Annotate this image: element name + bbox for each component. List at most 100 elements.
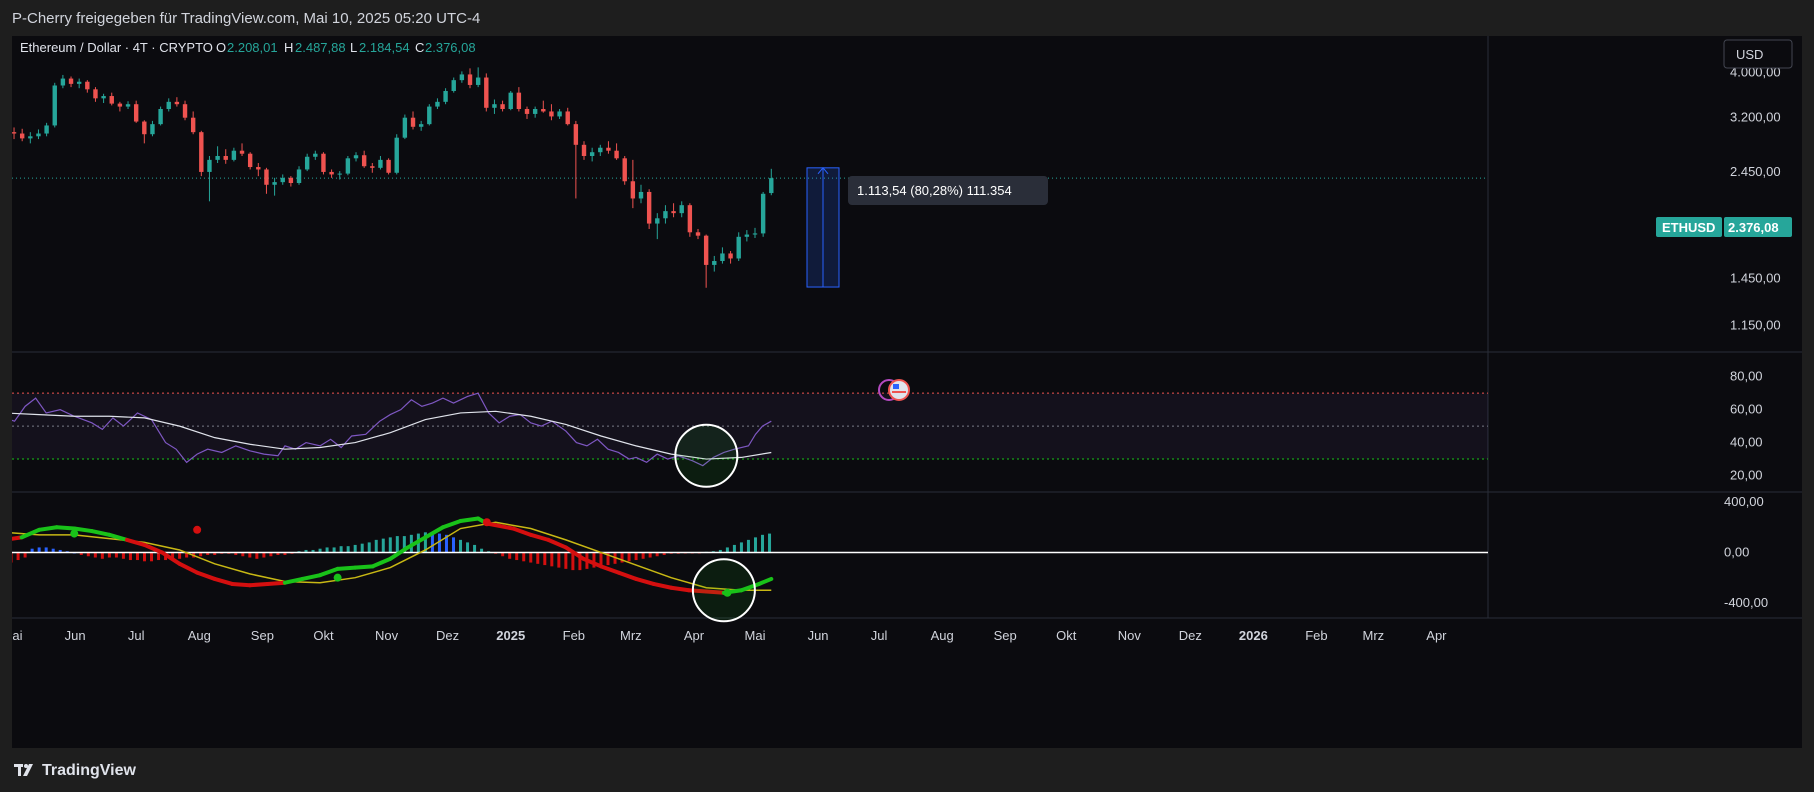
candle-body — [728, 253, 733, 259]
candle-body — [573, 124, 579, 145]
macd-line-segment — [458, 516, 481, 523]
candle-body — [695, 232, 701, 236]
time-tick-label: Dez — [436, 628, 459, 643]
candle-body — [304, 156, 310, 170]
rsi-tick-label: 20,00 — [1730, 468, 1763, 483]
candle-body — [19, 133, 25, 139]
time-tick-label: Jun — [808, 628, 829, 643]
macd-histogram-bar — [121, 552, 125, 559]
candle-body — [459, 74, 465, 81]
legend-close-label: C — [415, 40, 424, 55]
macd-histogram-bar — [627, 552, 631, 562]
candle-body — [443, 90, 448, 102]
macd-histogram-bar — [543, 552, 547, 566]
candle-body — [133, 104, 139, 122]
price-tick-label: 1.150,00 — [1730, 318, 1781, 333]
candle-body — [174, 101, 180, 105]
time-tick-label: 2025 — [496, 628, 525, 643]
chart-container[interactable]: 4.000,003.200,002.450,001.850,001.450,00… — [2, 36, 1802, 748]
macd-histogram-bar — [641, 552, 645, 559]
macd-histogram-bar — [648, 552, 652, 558]
candle-body — [329, 171, 334, 175]
candle-body — [223, 155, 228, 160]
time-tick-label: Apr — [1426, 628, 1447, 643]
candle-body — [484, 77, 489, 108]
time-tick-label: Aug — [188, 628, 211, 643]
legend-high-value: 2.487,88 — [295, 40, 346, 55]
candle-body — [345, 158, 351, 174]
macd-histogram-bar — [761, 534, 765, 553]
candle-body — [394, 137, 399, 173]
macd-histogram-bar — [536, 552, 540, 564]
candle-body — [541, 109, 546, 112]
tradingview-brand: TradingView — [42, 762, 136, 779]
legend-open-label: O — [216, 40, 226, 55]
time-tick-label: Jul — [871, 628, 888, 643]
macd-histogram-bar — [451, 537, 455, 553]
candle-body — [712, 261, 717, 265]
candle-body — [760, 193, 766, 234]
candle-body — [109, 96, 114, 104]
macd-histogram-bar — [150, 552, 154, 562]
candle-body — [158, 109, 163, 125]
time-tick-label: Nov — [375, 628, 399, 643]
ticker-badge-label: ETHUSD — [1662, 220, 1715, 235]
legend-low-label: L — [350, 40, 357, 55]
macd-line-segment — [335, 565, 358, 571]
macd-histogram-bar — [564, 552, 568, 569]
macd-histogram-bar — [178, 552, 182, 559]
macd-histogram-bar — [473, 544, 477, 553]
macd-histogram-bar — [262, 552, 266, 558]
last-price-value: 2.376,08 — [1728, 220, 1779, 235]
macd-histogram-bar — [381, 538, 385, 553]
candle-body — [736, 236, 741, 259]
macd-histogram-bar — [739, 542, 743, 553]
candle-body — [451, 80, 456, 91]
time-tick-label: Okt — [313, 628, 334, 643]
candle-body — [638, 191, 644, 199]
candle-body — [68, 78, 74, 84]
candle-body — [11, 132, 17, 134]
candle-body — [215, 155, 220, 160]
currency-label: USD — [1736, 47, 1763, 62]
candle-body — [353, 155, 359, 159]
macd-highlight-circle — [691, 558, 756, 623]
macd-histogram-bar — [459, 539, 463, 553]
macd-histogram-bar — [360, 543, 364, 553]
candle-body — [321, 153, 326, 172]
candle-body — [182, 104, 188, 118]
time-tick-label: Mai — [12, 628, 23, 643]
candle-body — [60, 78, 66, 86]
rsi-tick-label: 60,00 — [1730, 402, 1763, 417]
macd-histogram-bar — [142, 552, 146, 562]
time-tick-label: Apr — [684, 628, 705, 643]
macd-histogram-bar — [571, 552, 575, 571]
macd-histogram-bar — [550, 552, 554, 567]
macd-histogram-bar — [353, 544, 357, 553]
candle-body — [378, 159, 383, 168]
legend-symbol: Ethereum / Dollar · 4T · CRYPTO — [20, 40, 213, 55]
time-tick-label: Mai — [745, 628, 766, 643]
macd-histogram-bar — [732, 544, 736, 553]
macd-histogram-bar — [128, 552, 132, 561]
time-tick-label: Jun — [65, 628, 86, 643]
candle-body — [524, 109, 530, 114]
candle-body — [565, 111, 570, 125]
candle-body — [101, 96, 106, 99]
time-tick-label: Mrz — [1363, 628, 1385, 643]
chart-svg[interactable]: 4.000,003.200,002.450,001.850,001.450,00… — [2, 36, 1802, 748]
candle-body — [581, 144, 587, 156]
macd-histogram-bar — [557, 552, 561, 568]
candle-body — [93, 89, 98, 99]
macd-histogram-bar — [9, 552, 13, 563]
candle-body — [646, 191, 652, 224]
macd-histogram-bar — [515, 552, 519, 561]
macd-line-segment — [247, 581, 270, 588]
candle-body — [475, 77, 481, 85]
candle-body — [190, 117, 196, 133]
time-tick-label: Nov — [1118, 628, 1142, 643]
candle-body — [76, 81, 82, 84]
macd-line-segment — [230, 581, 252, 588]
macd-line-segment — [37, 525, 59, 532]
macd-histogram-bar — [135, 552, 139, 561]
